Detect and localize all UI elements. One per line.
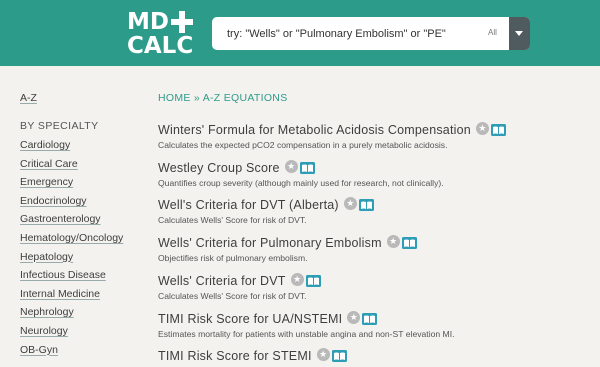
- star-icon[interactable]: ★: [316, 348, 330, 362]
- equation-title-row: TIMI Risk Score for STEMI ★: [158, 347, 588, 365]
- logo-plus-icon: [171, 11, 193, 33]
- equation-title[interactable]: Well's Criteria for DVT (Alberta): [158, 198, 339, 212]
- equation-title-row: Wells' Criteria for Pulmonary Embolism ★: [158, 234, 588, 252]
- star-icon[interactable]: ★: [475, 122, 489, 136]
- equation-title[interactable]: Winters' Formula for Metabolic Acidosis …: [158, 123, 471, 137]
- sidebar-item-emergency[interactable]: Emergency: [20, 176, 123, 195]
- breadcrumb-current: A-Z EQUATIONS: [202, 92, 288, 104]
- search-bar: All: [212, 17, 530, 50]
- equation-description: Objectifies risk of pulmonary embolism.: [158, 253, 308, 263]
- equation-item[interactable]: Well's Criteria for DVT (Alberta) ★ Calcul…: [158, 196, 588, 225]
- sidebar-item-endocrinology[interactable]: Endocrinology: [20, 195, 123, 214]
- chevron-down-icon: [515, 31, 523, 36]
- equation-description: Calculates Wells' Score for risk of DVT.: [158, 215, 307, 225]
- equation-item[interactable]: Wells' Criteria for DVT ★ Calculates Wells…: [158, 272, 588, 301]
- breadcrumb-home-link[interactable]: HOME: [158, 92, 191, 104]
- breadcrumb: HOME » A-Z EQUATIONS: [158, 92, 288, 104]
- sidebar-item-ob-gyn[interactable]: OB-Gyn: [20, 344, 123, 363]
- star-icon[interactable]: ★: [386, 235, 400, 249]
- equation-description: Estimates mortality for patients with un…: [158, 329, 455, 339]
- equation-description: Calculates the expected pCO2 compensatio…: [158, 140, 448, 150]
- sidebar-heading: BY SPECIALTY: [20, 120, 99, 132]
- star-icon[interactable]: ★: [343, 197, 357, 211]
- top-header: MD CALC All: [0, 0, 600, 66]
- breadcrumb-separator: »: [193, 92, 201, 104]
- star-icon[interactable]: ★: [290, 273, 304, 287]
- equation-title[interactable]: Wells' Criteria for Pulmonary Embolism: [158, 236, 382, 250]
- equation-title[interactable]: Wells' Criteria for DVT: [158, 274, 286, 288]
- sidebar-item-nephrology[interactable]: Nephrology: [20, 306, 123, 325]
- mdcalc-logo[interactable]: MD CALC: [127, 9, 197, 59]
- equation-title-row: TIMI Risk Score for UA/NSTEMI ★: [158, 310, 588, 328]
- equation-item[interactable]: Westley Croup Score ★ Quantifies croup sev…: [158, 159, 588, 188]
- equation-item[interactable]: Winters' Formula for Metabolic Acidosis …: [158, 121, 588, 150]
- search-scope-label: All: [488, 28, 497, 37]
- search-input[interactable]: [212, 17, 482, 50]
- book-icon[interactable]: [305, 274, 321, 287]
- sidebar-item-cardiology[interactable]: Cardiology: [20, 139, 123, 158]
- sidebar-item-hematology-oncology[interactable]: Hematology/Oncology: [20, 232, 123, 251]
- equation-title[interactable]: TIMI Risk Score for STEMI: [158, 349, 312, 363]
- equation-item[interactable]: Wells' Criteria for Pulmonary Embolism ★ O…: [158, 234, 588, 263]
- equation-title-row: Wells' Criteria for DVT ★: [158, 272, 588, 290]
- sidebar-az-link[interactable]: A-Z: [20, 92, 37, 104]
- star-icon[interactable]: ★: [284, 160, 298, 174]
- sidebar-item-hepatology[interactable]: Hepatology: [20, 251, 123, 270]
- sidebar-item-neurology[interactable]: Neurology: [20, 325, 123, 344]
- sidebar-item-internal-medicine[interactable]: Internal Medicine: [20, 288, 123, 307]
- equation-item[interactable]: TIMI Risk Score for STEMI ★: [158, 347, 588, 365]
- search-scope-dropdown[interactable]: [509, 17, 530, 50]
- star-icon[interactable]: ★: [347, 311, 361, 325]
- equation-description: Calculates Wells' Score for risk of DVT.: [158, 291, 307, 301]
- sidebar-item-critical-care[interactable]: Critical Care: [20, 158, 123, 177]
- equation-title-row: Westley Croup Score ★: [158, 159, 588, 177]
- book-icon[interactable]: [358, 198, 374, 211]
- equation-description: Quantifies croup severity (although main…: [158, 178, 444, 188]
- book-icon[interactable]: [362, 312, 378, 325]
- book-icon[interactable]: [401, 236, 417, 249]
- specialty-list: Cardiology Critical Care Emergency Endocrin…: [20, 139, 123, 362]
- logo-text-md: MD: [127, 9, 169, 35]
- equation-title-row: Well's Criteria for DVT (Alberta) ★: [158, 196, 588, 214]
- equation-title-row: Winters' Formula for Metabolic Acidosis …: [158, 121, 588, 139]
- logo-text-calc: CALC: [127, 33, 194, 59]
- book-icon[interactable]: [299, 161, 315, 174]
- sidebar-item-gastroenterology[interactable]: Gastroenterology: [20, 213, 123, 232]
- equation-title[interactable]: TIMI Risk Score for UA/NSTEMI: [158, 312, 342, 326]
- sidebar-item-infectious-disease[interactable]: Infectious Disease: [20, 269, 123, 288]
- equation-item[interactable]: TIMI Risk Score for UA/NSTEMI ★ Estimates …: [158, 310, 588, 339]
- equation-title[interactable]: Westley Croup Score: [158, 161, 280, 175]
- book-icon[interactable]: [490, 123, 506, 136]
